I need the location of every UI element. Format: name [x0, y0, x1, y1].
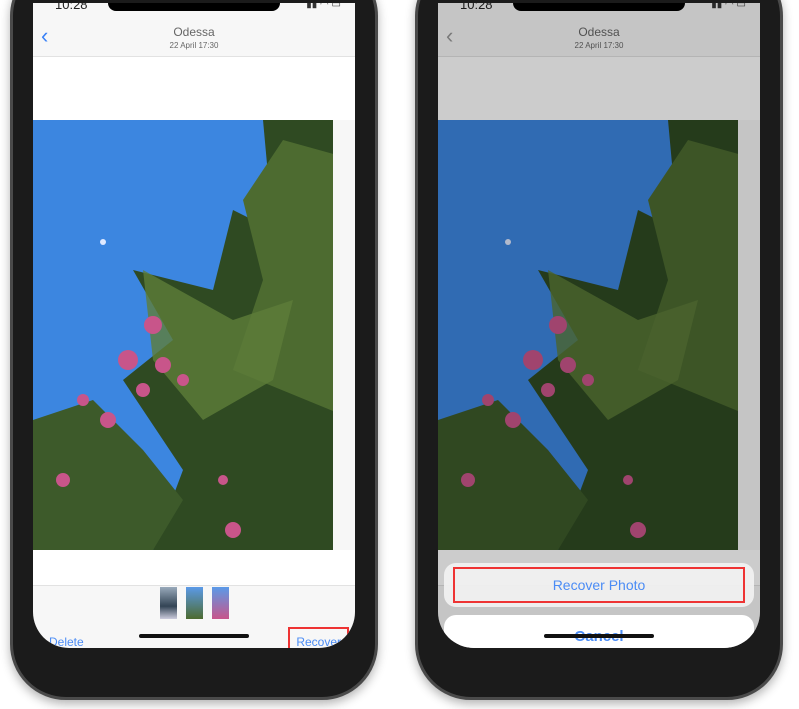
left-screen: 10:28 ▮▮ ◠ ▭ ‹ Odessa 22 April 17:30 Del…: [33, 3, 355, 648]
photo: [33, 120, 333, 550]
thumbnail[interactable]: [211, 587, 229, 619]
right-phone: 10:28 ▮▮ ◠ ▭ ‹ Odessa 22 April 17:30 Rec…: [415, 0, 783, 700]
nav-subtitle: 22 April 17:30: [169, 41, 219, 50]
home-indicator: [139, 634, 249, 638]
left-phone: 10:28 ▮▮ ◠ ▭ ‹ Odessa 22 April 17:30 Del…: [10, 0, 378, 700]
photo-margin: [33, 57, 355, 120]
thumbnail-strip: [33, 587, 355, 619]
recover-photo-button[interactable]: Recover Photo: [444, 563, 754, 607]
home-indicator: [544, 634, 654, 638]
dim-overlay: [438, 3, 760, 648]
thumbnail[interactable]: [185, 587, 203, 619]
notch: [513, 3, 685, 11]
nav-bar: ‹ Odessa 22 April 17:30: [33, 3, 355, 57]
nav-title: Odessa: [173, 25, 215, 39]
delete-button[interactable]: Delete: [49, 635, 84, 648]
thumbnail[interactable]: [159, 587, 177, 619]
recover-button[interactable]: Recover: [288, 627, 349, 648]
notch: [108, 3, 280, 11]
photo-margin-bottom: [33, 550, 355, 586]
right-screen: 10:28 ▮▮ ◠ ▭ ‹ Odessa 22 April 17:30 Rec…: [438, 3, 760, 648]
cancel-button[interactable]: Cancel: [444, 615, 754, 648]
recover-photo-label: Recover Photo: [453, 567, 745, 603]
